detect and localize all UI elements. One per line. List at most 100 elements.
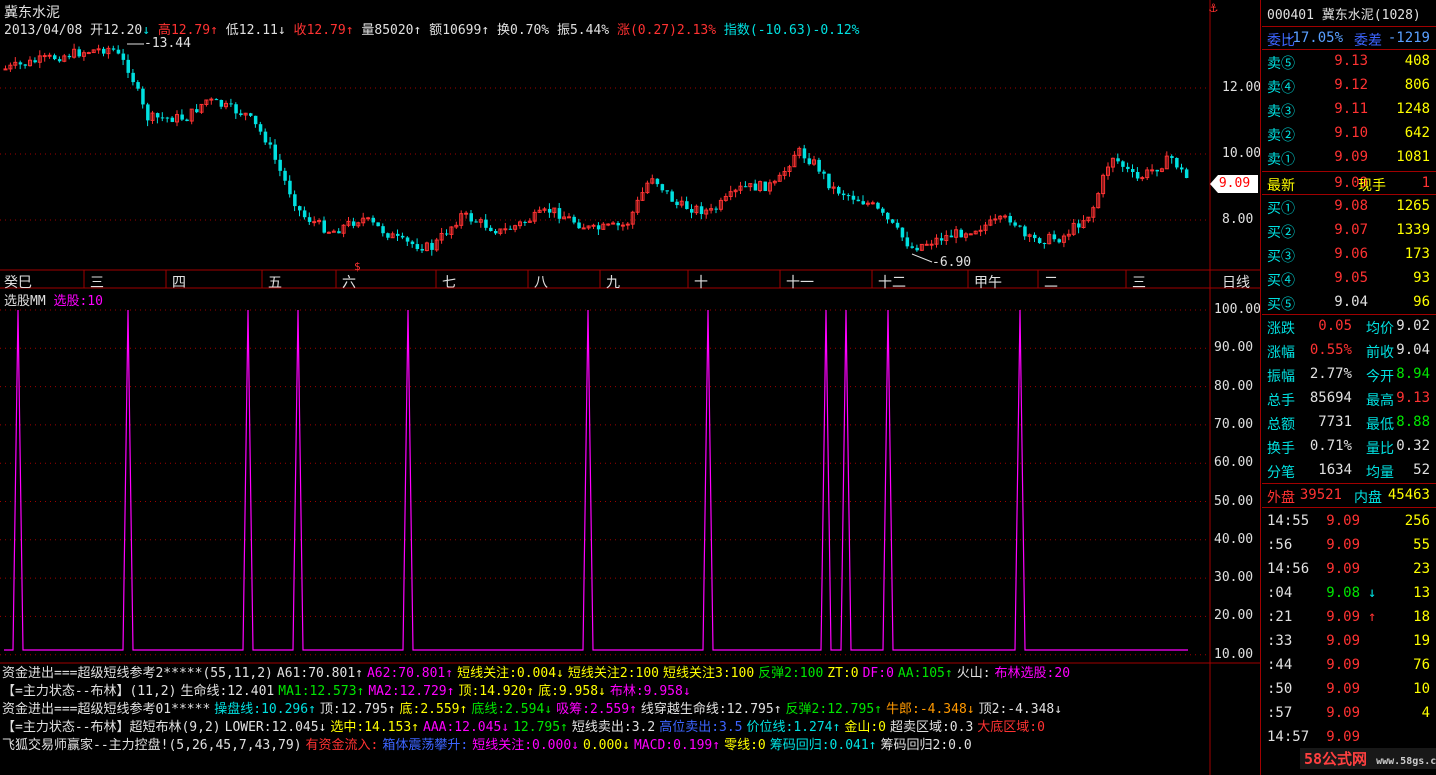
tick-row[interactable]: 14:56 9.09 23 — [1262, 558, 1434, 581]
stat-row[interactable]: 涨跌 0.05 均价 9.02 — [1262, 315, 1434, 338]
candle-body — [111, 48, 116, 50]
tick-time: :21 — [1267, 609, 1293, 625]
tick-row[interactable]: :50 9.09 10 — [1262, 678, 1434, 701]
tick-volume: 55 — [1413, 537, 1430, 553]
order-ratio-row[interactable]: 委比 -17.05% 委差 -1219 — [1262, 27, 1434, 50]
stat-label: 涨幅 — [1267, 345, 1295, 361]
month-label: 六 — [342, 275, 356, 291]
stat-row[interactable]: 涨幅 0.55% 前收 9.04 — [1262, 339, 1434, 362]
tick-price: 9.09 — [1326, 561, 1360, 577]
tick-row[interactable]: :04 9.08 ↓ 13 — [1262, 582, 1434, 605]
candle-body — [915, 247, 919, 251]
buy-price: 9.08 — [1334, 198, 1368, 214]
buy-volume: 1265 — [1396, 198, 1430, 214]
last-row[interactable]: 最新 9.09 现手 1 — [1262, 172, 1434, 195]
candle-body — [581, 227, 586, 230]
candle-body — [827, 173, 831, 189]
sell-row[interactable]: 卖⑤ 9.13 408 — [1262, 50, 1434, 73]
tick-volume: 23 — [1413, 561, 1430, 577]
indicator-axis-label: 10.00 — [1214, 646, 1254, 662]
month-label: 三 — [90, 275, 104, 291]
stat-row[interactable]: 换手 0.71% 量比 0.32 — [1262, 435, 1434, 458]
tick-row[interactable]: :21 9.09 ↑ 18 — [1262, 606, 1434, 629]
indicator-text-segment: 短线卖出:3.2 — [571, 720, 656, 735]
buy-row[interactable]: 买③ 9.06 173 — [1262, 243, 1434, 266]
candle-body — [616, 223, 620, 226]
candle-body — [1116, 158, 1120, 162]
buy-price: 9.05 — [1334, 270, 1368, 286]
indicator-header: 选股MM 选股:10 — [4, 290, 103, 309]
tick-row[interactable]: :33 9.09 19 — [1262, 630, 1434, 653]
candle-body — [1008, 216, 1012, 223]
candle-body — [851, 195, 856, 200]
indicator-text-segment: 零线:0 — [724, 738, 766, 753]
period-label[interactable]: 日线 — [1222, 272, 1250, 292]
buy-row[interactable]: 买① 9.08 1265 — [1262, 195, 1434, 218]
tick-row[interactable]: 14:57 9.09 — [1262, 726, 1434, 749]
indicator-text-segment: 飞狐交易师赢家--主力控盘!(5,26,45,7,43,79) — [2, 738, 302, 753]
sell-row[interactable]: 卖③ 9.11 1248 — [1262, 98, 1434, 121]
panel-title: 000401 冀东水泥(1028) — [1267, 4, 1421, 23]
tick-volume: 256 — [1404, 513, 1430, 529]
candle-body — [253, 115, 258, 125]
outer-value: 39521 — [1299, 487, 1342, 503]
low-label: 低 — [225, 23, 239, 38]
candle-body — [856, 199, 861, 202]
anchor-icon[interactable]: ⚓ — [1209, 0, 1217, 16]
chart-area[interactable]: $ 冀东水泥 2013/04/08 开12.20↓ 高12.79↑ 低12.11… — [0, 0, 1261, 775]
sell-row[interactable]: 卖① 9.09 1081 — [1262, 146, 1434, 169]
sell-volume: 1081 — [1396, 149, 1430, 165]
indicator-text-segment: 短线关注2:100 — [567, 666, 660, 681]
close-label: 收 — [293, 23, 307, 38]
indicator-text-line: 资金进出===超级短线参考2*****(55,11,2) A61:70.801↑ A… — [2, 665, 1208, 683]
candle-body — [572, 216, 576, 223]
candle-body — [846, 195, 851, 197]
candle-body — [67, 55, 72, 58]
stat-row[interactable]: 总手 85694 最高 9.13 — [1262, 387, 1434, 410]
indicator-axis-label: 80.00 — [1214, 378, 1254, 394]
buy-row[interactable]: 买② 9.07 1339 — [1262, 219, 1434, 242]
candle-body — [464, 212, 469, 215]
indicator-text-line: 【=主力状态--布林】超短布林(9,2) LOWER:12.045↓ 选中:14.1… — [2, 719, 1208, 737]
stat-row[interactable]: 总额 7731 最低 8.88 — [1262, 411, 1434, 434]
buy-row[interactable]: 买④ 9.05 93 — [1262, 267, 1434, 290]
inner-outer-row[interactable]: 外盘 39521 内盘 45463 — [1262, 484, 1434, 507]
indicator-text-segment: 布林选股:20 — [994, 666, 1071, 681]
candle-body — [890, 219, 895, 223]
up-arrow-icon: ↑ — [413, 23, 422, 38]
candle-body — [489, 227, 493, 232]
tick-row[interactable]: :56 9.09 55 — [1262, 534, 1434, 557]
sell-row[interactable]: 卖④ 9.12 806 — [1262, 74, 1434, 97]
tick-row[interactable]: :57 9.09 4 — [1262, 702, 1434, 725]
diff-value: -1219 — [1387, 30, 1430, 46]
stat-row[interactable]: 振幅 2.77% 今开 8.94 — [1262, 363, 1434, 386]
candle-body — [978, 229, 983, 232]
sell-volume: 642 — [1404, 125, 1430, 141]
indicator-text-segment: 操盘线:10.296↑ — [214, 702, 316, 717]
candle-body — [337, 231, 341, 234]
stat-row[interactable]: 分笔 1634 均量 52 — [1262, 459, 1434, 482]
month-label: 十一 — [786, 275, 814, 291]
tick-row[interactable]: :44 9.09 76 — [1262, 654, 1434, 677]
candle-body — [126, 59, 130, 73]
amount-value: 10699 — [442, 23, 482, 38]
last-label: 最新 — [1267, 178, 1295, 194]
kline-chart[interactable]: $ — [0, 0, 1260, 775]
candle-body — [1018, 225, 1022, 227]
sell-volume: 408 — [1404, 53, 1430, 69]
buy-row[interactable]: 买⑤ 9.04 96 — [1262, 291, 1434, 314]
candle-body — [116, 49, 121, 54]
candle-body — [386, 233, 390, 238]
tick-time: :56 — [1267, 537, 1293, 553]
candle-body — [474, 221, 478, 223]
candle-body — [924, 243, 929, 246]
candle-body — [47, 54, 52, 57]
indicator-text-segment: 筹码回归2:0.0 — [880, 738, 972, 753]
candle-body — [1140, 177, 1145, 180]
buy-level-label: 买① — [1267, 201, 1295, 217]
sell-row[interactable]: 卖② 9.10 642 — [1262, 122, 1434, 145]
sell-level-label: 卖⑤ — [1267, 56, 1295, 72]
candle-body — [547, 208, 552, 213]
hand-value: 1 — [1421, 175, 1430, 191]
tick-row[interactable]: 14:55 9.09 256 — [1262, 510, 1434, 533]
